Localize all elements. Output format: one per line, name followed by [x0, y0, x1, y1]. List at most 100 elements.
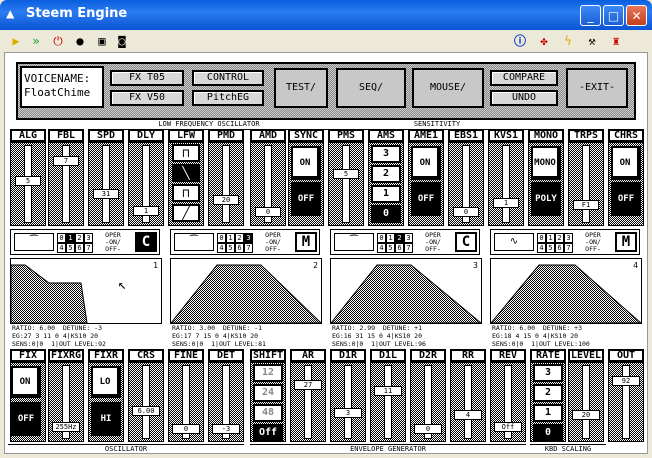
param-header-kvs1[interactable]: KVS1 — [488, 129, 524, 142]
sync-toggle-off[interactable]: OFF — [291, 182, 321, 216]
operator-3-wave-icon[interactable]: ⁀ — [334, 233, 374, 251]
operator-3-algo-cell[interactable]: 6 — [395, 243, 404, 253]
param-header-chrs[interactable]: CHRS — [608, 129, 644, 142]
chrs-toggle-on[interactable]: ON — [611, 146, 641, 180]
play-icon[interactable]: ▶ — [8, 33, 24, 49]
rate-option-1[interactable]: 1 — [533, 404, 563, 422]
test-button[interactable]: TEST/ — [274, 68, 328, 108]
param-header-spd[interactable]: SPD — [88, 129, 124, 142]
operator-3-algo-cell[interactable]: 5 — [386, 243, 395, 253]
operator-2-onoff[interactable]: OPER -ON/OFF- — [255, 232, 291, 253]
slider-track-pmd[interactable] — [222, 145, 230, 223]
operator-2-algo-cell[interactable]: 4 — [217, 243, 226, 253]
slider-value-fbl[interactable]: 7 — [53, 156, 79, 166]
operator-3-algo-cell[interactable]: 7 — [404, 243, 413, 253]
slider-value-spd[interactable]: 31 — [93, 189, 119, 199]
operator-3-onoff[interactable]: OPER -ON/OFF- — [415, 232, 451, 253]
title-bar[interactable]: ▲ Steem Engine _ □ ✕ — [0, 0, 652, 30]
param-header-out[interactable]: OUT — [608, 349, 644, 362]
slider-value-amd[interactable]: 0 — [255, 207, 281, 217]
fix-toggle-off[interactable]: OFF — [11, 402, 41, 436]
operator-4-mode[interactable]: M — [615, 232, 637, 252]
exit-button[interactable]: -EXIT- — [566, 68, 628, 108]
fx-v50-button[interactable]: FX V50 — [110, 90, 184, 106]
operator-1-algo-cell[interactable]: 6 — [75, 243, 84, 253]
operator-1-algo-cell[interactable]: 0 — [57, 233, 66, 243]
rate-option-0[interactable]: 0 — [533, 424, 563, 442]
operator-1-onoff[interactable]: OPER -ON/OFF- — [95, 232, 131, 253]
param-header-pms[interactable]: PMS — [328, 129, 364, 142]
operator-2-wave-icon[interactable]: ⁀ — [174, 233, 214, 251]
operator-4-envelope[interactable]: 4 — [490, 258, 642, 324]
operator-4-algo-cell[interactable]: 0 — [537, 233, 546, 243]
info-icon[interactable]: ⓘ — [512, 33, 528, 49]
param-header-amd[interactable]: AMD — [250, 129, 286, 142]
slider-value-rev[interactable]: Off — [494, 422, 522, 432]
param-header-fixrg[interactable]: FIXRG — [48, 349, 84, 362]
param-header-lfw[interactable]: LFW — [168, 129, 204, 142]
operator-4-algo-cell[interactable]: 3 — [564, 233, 573, 243]
param-header-rr[interactable]: RR — [450, 349, 486, 362]
ams-option-2[interactable]: 2 — [371, 165, 401, 183]
operator-1-algo-cell[interactable]: 3 — [84, 233, 93, 243]
operator-1-algo-cell[interactable]: 1 — [66, 233, 75, 243]
lfw-noise-icon[interactable]: ╱ — [172, 204, 200, 222]
fast-forward-icon[interactable]: » — [28, 33, 44, 49]
operator-3-mode[interactable]: C — [455, 232, 477, 252]
slider-value-d2r[interactable]: 0 — [414, 424, 442, 434]
operator-1-algo-cell[interactable]: 2 — [75, 233, 84, 243]
operator-4-onoff[interactable]: OPER -ON/OFF- — [575, 232, 611, 253]
slider-track-ar[interactable] — [304, 365, 312, 439]
operator-1-algo-cell[interactable]: 7 — [84, 243, 93, 253]
operator-4-wave-icon[interactable]: ∿ — [494, 233, 534, 251]
param-header-sync[interactable]: SYNC — [288, 129, 324, 142]
operator-2-envelope[interactable]: 2 — [170, 258, 322, 324]
param-header-fix[interactable]: FIX — [10, 349, 46, 362]
slider-value-det[interactable]: -3 — [212, 424, 240, 434]
fix-toggle-on[interactable]: ON — [11, 366, 41, 398]
slider-value-out[interactable]: 92 — [612, 376, 640, 386]
maximize-button[interactable]: □ — [603, 5, 624, 26]
slider-value-dly[interactable]: 1 — [133, 206, 159, 216]
wrench-icon[interactable]: ⚒ — [584, 33, 600, 49]
ams-option-3[interactable]: 3 — [371, 145, 401, 163]
slider-track-d1r[interactable] — [344, 365, 352, 439]
slider-track-rr[interactable] — [464, 365, 472, 439]
operator-2-algo-cell[interactable]: 6 — [235, 243, 244, 253]
slider-value-crs[interactable]: 6.00 — [132, 406, 160, 416]
paste-icon[interactable]: ✤ — [536, 33, 552, 49]
lfw-triangle-icon[interactable]: ⊓ — [172, 184, 200, 202]
close-button[interactable]: ✕ — [626, 5, 647, 26]
sync-toggle-on[interactable]: ON — [291, 146, 321, 180]
slider-value-ar[interactable]: 27 — [294, 380, 322, 390]
operator-1-mode[interactable]: C — [135, 232, 157, 252]
slider-value-d1r[interactable]: 3 — [334, 408, 362, 418]
control-button[interactable]: CONTROL — [192, 70, 264, 86]
pitcheg-button[interactable]: PitchEG — [192, 90, 264, 106]
param-header-mono[interactable]: MONO — [528, 129, 564, 142]
operator-2-algo-cell[interactable]: 7 — [244, 243, 253, 253]
mono-toggle-on[interactable]: MONO — [531, 146, 561, 180]
operator-4-algo-cell[interactable]: 7 — [564, 243, 573, 253]
param-header-trps[interactable]: TRPS — [568, 129, 604, 142]
fx-t05-button[interactable]: FX T05 — [110, 70, 184, 86]
rate-option-2[interactable]: 2 — [533, 384, 563, 402]
shift-option-24[interactable]: 24 — [253, 384, 283, 402]
param-header-ame1[interactable]: AME1 — [408, 129, 444, 142]
param-header-d1l[interactable]: D1L — [370, 349, 406, 362]
param-header-d1r[interactable]: D1R — [330, 349, 366, 362]
operator-4-algo-cell[interactable]: 2 — [555, 233, 564, 243]
operator-2-algo-cell[interactable]: 1 — [226, 233, 235, 243]
operator-4-algo-cell[interactable]: 1 — [546, 233, 555, 243]
operator-3-algo-cell[interactable]: 1 — [386, 233, 395, 243]
param-header-dly[interactable]: DLY — [128, 129, 164, 142]
rate-option-3[interactable]: 3 — [533, 364, 563, 382]
param-header-fbl[interactable]: FBL — [48, 129, 84, 142]
seq-button[interactable]: SEQ/ — [336, 68, 406, 108]
param-header-level[interactable]: LEVEL — [568, 349, 604, 362]
slider-track-spd[interactable] — [102, 145, 110, 223]
lfw-saw-icon[interactable]: ⊓ — [172, 144, 200, 162]
ams-option-0[interactable]: 0 — [371, 205, 401, 223]
slider-track-level[interactable] — [582, 365, 590, 439]
operator-4-algo-cell[interactable]: 6 — [555, 243, 564, 253]
